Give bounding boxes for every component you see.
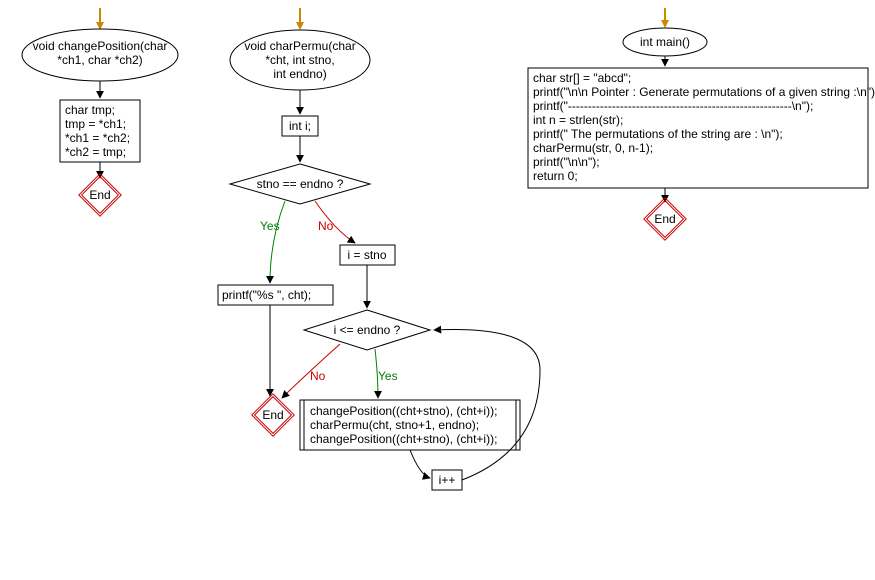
func-c-line2: printf("\n\n Pointer : Generate permutat… (533, 85, 875, 99)
func-b-sig3: int endno) (273, 67, 326, 81)
func-a-end: End (79, 174, 121, 216)
entry-arrow-c (661, 8, 669, 28)
func-c-line8: return 0; (533, 169, 578, 183)
func-c-sig: int main() (640, 35, 690, 49)
func-a-sig1: void changePosition(char (33, 39, 168, 53)
func-a-end-label: End (89, 188, 110, 202)
entry-arrow-b (296, 8, 304, 30)
func-c-line7: printf("\n\n"); (533, 155, 600, 169)
func-a-body-line4: *ch2 = tmp; (65, 145, 126, 159)
func-a-sig2: *ch1, char *ch2) (57, 53, 142, 67)
func-b-decl-text: int i; (289, 119, 311, 133)
func-a-body-line3: *ch1 = *ch2; (65, 131, 130, 145)
func-b-end-label: End (262, 408, 283, 422)
func-b-assign-text: i = stno (347, 248, 386, 262)
func-c-line1: char str[] = "abcd"; (533, 71, 631, 85)
func-b-no2-label: No (310, 369, 326, 383)
entry-arrow-a (96, 8, 104, 30)
func-b-end: End (252, 394, 294, 436)
flowchart-diagram: void changePosition(char *ch1, char *ch2… (0, 0, 875, 580)
func-c-line3: printf("--------------------------------… (533, 99, 813, 113)
func-c-line6: charPermu(str, 0, n-1); (533, 141, 653, 155)
func-b-loop-line3: changePosition((cht+stno), (cht+i)); (310, 432, 497, 446)
func-b-print-text: printf("%s ", cht); (222, 288, 311, 302)
func-c-end: End (644, 198, 686, 240)
func-c-line5: printf(" The permutations of the string … (533, 127, 783, 141)
func-b-inc-text: i++ (439, 473, 456, 487)
func-b-sig2: *cht, int stno, (265, 53, 334, 67)
func-b-no1-label: No (318, 219, 334, 233)
func-b-yes1-label: Yes (260, 219, 280, 233)
func-c-line4: int n = strlen(str); (533, 113, 623, 127)
func-b-cond1-text: stno == endno ? (257, 177, 344, 191)
func-b-loop-line2: charPermu(cht, stno+1, endno); (310, 418, 479, 432)
func-b-cond2-text: i <= endno ? (334, 323, 401, 337)
func-a-body-line1: char tmp; (65, 103, 115, 117)
func-b-loop-line1: changePosition((cht+stno), (cht+i)); (310, 404, 497, 418)
func-b-sig1: void charPermu(char (244, 39, 355, 53)
func-c-end-label: End (654, 212, 675, 226)
func-b-yes2-label: Yes (378, 369, 398, 383)
func-a-body-line2: tmp = *ch1; (65, 117, 126, 131)
